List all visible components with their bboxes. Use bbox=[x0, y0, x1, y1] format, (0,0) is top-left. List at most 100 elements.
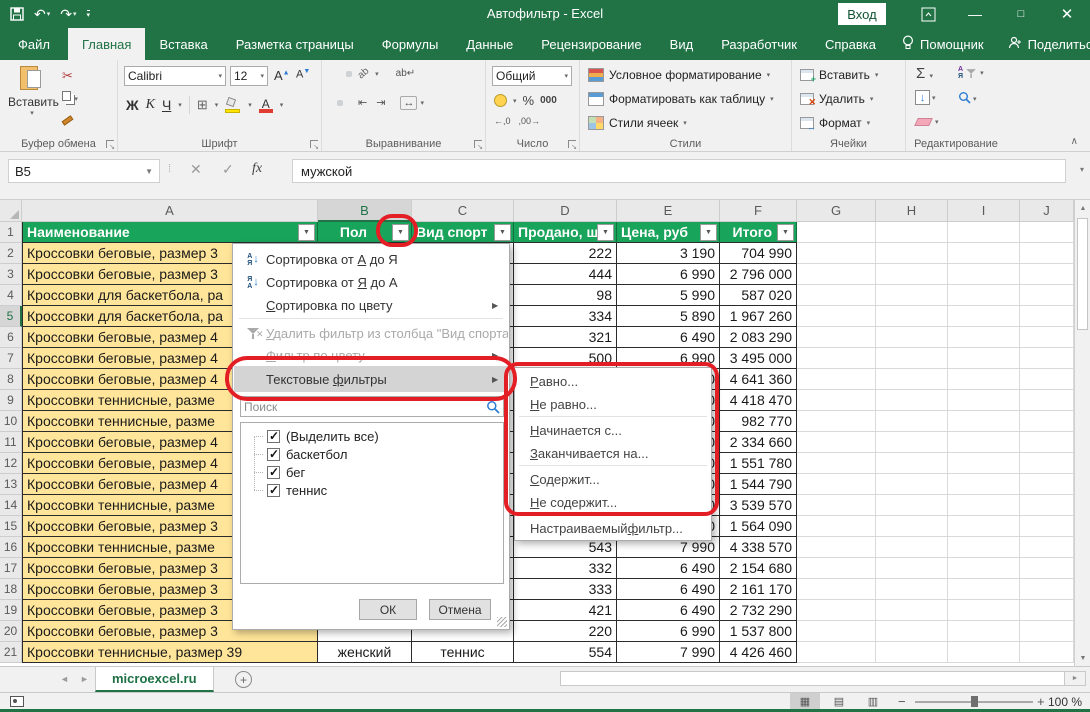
empty-cell[interactable] bbox=[797, 306, 876, 327]
empty-cell[interactable] bbox=[876, 222, 948, 243]
empty-cell[interactable] bbox=[948, 453, 1020, 474]
empty-cell[interactable] bbox=[948, 411, 1020, 432]
table-header-cell[interactable]: Продано, ш▼ bbox=[514, 222, 617, 243]
shrink-font-button[interactable]: А▼ bbox=[296, 68, 310, 81]
ribbon-tab[interactable]: Вид bbox=[656, 28, 708, 60]
merge-center-button[interactable]: ↔ bbox=[400, 96, 417, 110]
empty-cell[interactable] bbox=[876, 453, 948, 474]
empty-cell[interactable] bbox=[876, 306, 948, 327]
empty-cell[interactable] bbox=[876, 243, 948, 264]
decrease-indent-button[interactable]: ⇤ bbox=[355, 93, 370, 112]
empty-cell[interactable] bbox=[797, 495, 876, 516]
empty-cell[interactable] bbox=[876, 537, 948, 558]
empty-cell[interactable] bbox=[948, 621, 1020, 642]
insert-cells-button[interactable]: +Вставить▾ bbox=[800, 68, 878, 82]
ok-button[interactable]: ОК bbox=[359, 599, 417, 620]
empty-cell[interactable] bbox=[1020, 558, 1074, 579]
grid-cell-F14[interactable]: 3 539 570 bbox=[720, 495, 797, 516]
empty-cell[interactable] bbox=[876, 390, 948, 411]
empty-cell[interactable] bbox=[797, 474, 876, 495]
grid-cell-D18[interactable]: 333 bbox=[514, 579, 617, 600]
empty-cell[interactable] bbox=[1020, 369, 1074, 390]
grid-cell-E7[interactable]: 6 990 bbox=[617, 348, 720, 369]
empty-cell[interactable] bbox=[797, 285, 876, 306]
empty-cell[interactable] bbox=[1020, 390, 1074, 411]
clipboard-dialog-launcher-icon[interactable] bbox=[106, 140, 114, 148]
row-header-2[interactable]: 2 bbox=[0, 243, 22, 264]
customize-qat-icon[interactable]: ▾ bbox=[87, 10, 91, 19]
empty-cell[interactable] bbox=[797, 453, 876, 474]
row-header-21[interactable]: 21 bbox=[0, 642, 22, 663]
empty-cell[interactable] bbox=[948, 285, 1020, 306]
empty-cell[interactable] bbox=[1020, 516, 1074, 537]
search-icon[interactable] bbox=[486, 400, 500, 419]
share-button[interactable]: Поделиться bbox=[996, 28, 1090, 60]
grid-cell-E4[interactable]: 5 990 bbox=[617, 285, 720, 306]
grid-cell-B21[interactable]: женский bbox=[318, 642, 412, 663]
empty-cell[interactable] bbox=[948, 390, 1020, 411]
grid-cell-E6[interactable]: 6 490 bbox=[617, 327, 720, 348]
submenu-item[interactable]: Заканчивается на... bbox=[516, 442, 710, 465]
empty-cell[interactable] bbox=[1020, 264, 1074, 285]
vertical-scroll-thumb[interactable] bbox=[1077, 218, 1088, 330]
horizontal-scrollbar[interactable]: ► bbox=[560, 671, 1086, 686]
empty-cell[interactable] bbox=[1020, 243, 1074, 264]
grid-cell-F18[interactable]: 2 161 170 bbox=[720, 579, 797, 600]
font-size-combo[interactable]: 12▾ bbox=[230, 66, 268, 86]
align-left-button[interactable] bbox=[328, 100, 334, 106]
cancel-entry-icon[interactable]: ✕ bbox=[190, 161, 202, 178]
assistant-tab[interactable]: Помощник bbox=[890, 28, 996, 60]
zoom-in-icon[interactable]: + bbox=[1037, 694, 1045, 709]
empty-cell[interactable] bbox=[797, 390, 876, 411]
scroll-right-icon[interactable]: ► bbox=[1065, 672, 1085, 685]
header-filter-button[interactable]: ▼ bbox=[700, 224, 717, 241]
filter-search-input[interactable] bbox=[244, 398, 479, 415]
table-header-cell[interactable]: Цена, руб▼ bbox=[617, 222, 720, 243]
row-header-18[interactable]: 18 bbox=[0, 579, 22, 600]
empty-cell[interactable] bbox=[1020, 306, 1074, 327]
empty-cell[interactable] bbox=[1020, 411, 1074, 432]
row-header-1[interactable]: 1 bbox=[0, 222, 22, 243]
sign-in-button[interactable]: Вход bbox=[838, 3, 886, 25]
empty-cell[interactable] bbox=[797, 600, 876, 621]
empty-cell[interactable] bbox=[948, 579, 1020, 600]
submenu-item[interactable]: Не содержит... bbox=[516, 491, 710, 514]
table-header-cell[interactable]: Итого▼ bbox=[720, 222, 797, 243]
grid-cell-D17[interactable]: 332 bbox=[514, 558, 617, 579]
grid-cell-F6[interactable]: 2 083 290 bbox=[720, 327, 797, 348]
autosum-button[interactable]: Σ ▾ bbox=[916, 65, 933, 82]
empty-cell[interactable] bbox=[948, 642, 1020, 663]
number-dialog-launcher-icon[interactable] bbox=[568, 140, 576, 148]
grid-cell-E21[interactable]: 7 990 bbox=[617, 642, 720, 663]
empty-cell[interactable] bbox=[948, 243, 1020, 264]
formula-input[interactable]: мужской bbox=[292, 159, 1066, 183]
find-select-button[interactable]: ▾ bbox=[958, 91, 977, 107]
underline-button[interactable]: Ч bbox=[162, 97, 171, 113]
empty-cell[interactable] bbox=[948, 600, 1020, 621]
filter-value-item[interactable]: бег bbox=[241, 463, 501, 481]
empty-cell[interactable] bbox=[948, 264, 1020, 285]
empty-cell[interactable] bbox=[1020, 642, 1074, 663]
borders-button[interactable]: ⊞ bbox=[197, 97, 208, 113]
grid-cell-F20[interactable]: 1 537 800 bbox=[720, 621, 797, 642]
column-header-H[interactable]: H bbox=[876, 200, 948, 222]
empty-cell[interactable] bbox=[948, 306, 1020, 327]
column-header-G[interactable]: G bbox=[797, 200, 876, 222]
row-header-3[interactable]: 3 bbox=[0, 264, 22, 285]
grid-cell-F12[interactable]: 1 551 780 bbox=[720, 453, 797, 474]
prev-sheet-icon[interactable]: ◄ bbox=[60, 674, 69, 684]
filter-value-item[interactable]: теннис bbox=[241, 481, 501, 499]
header-filter-button[interactable]: ▼ bbox=[298, 224, 315, 241]
redo-icon[interactable]: ↷▾ bbox=[60, 7, 76, 21]
grid-cell-E19[interactable]: 6 490 bbox=[617, 600, 720, 621]
undo-icon[interactable]: ↶▾ bbox=[34, 7, 50, 21]
grid-cell-D4[interactable]: 98 bbox=[514, 285, 617, 306]
font-dialog-launcher-icon[interactable] bbox=[310, 140, 318, 148]
insert-function-icon[interactable]: fx bbox=[252, 161, 262, 177]
empty-cell[interactable] bbox=[797, 327, 876, 348]
empty-cell[interactable] bbox=[1020, 348, 1074, 369]
empty-cell[interactable] bbox=[1020, 453, 1074, 474]
align-top-button[interactable] bbox=[328, 71, 334, 77]
submenu-item[interactable]: Настраиваемый фильтр... bbox=[516, 517, 710, 540]
save-icon[interactable] bbox=[10, 7, 24, 21]
